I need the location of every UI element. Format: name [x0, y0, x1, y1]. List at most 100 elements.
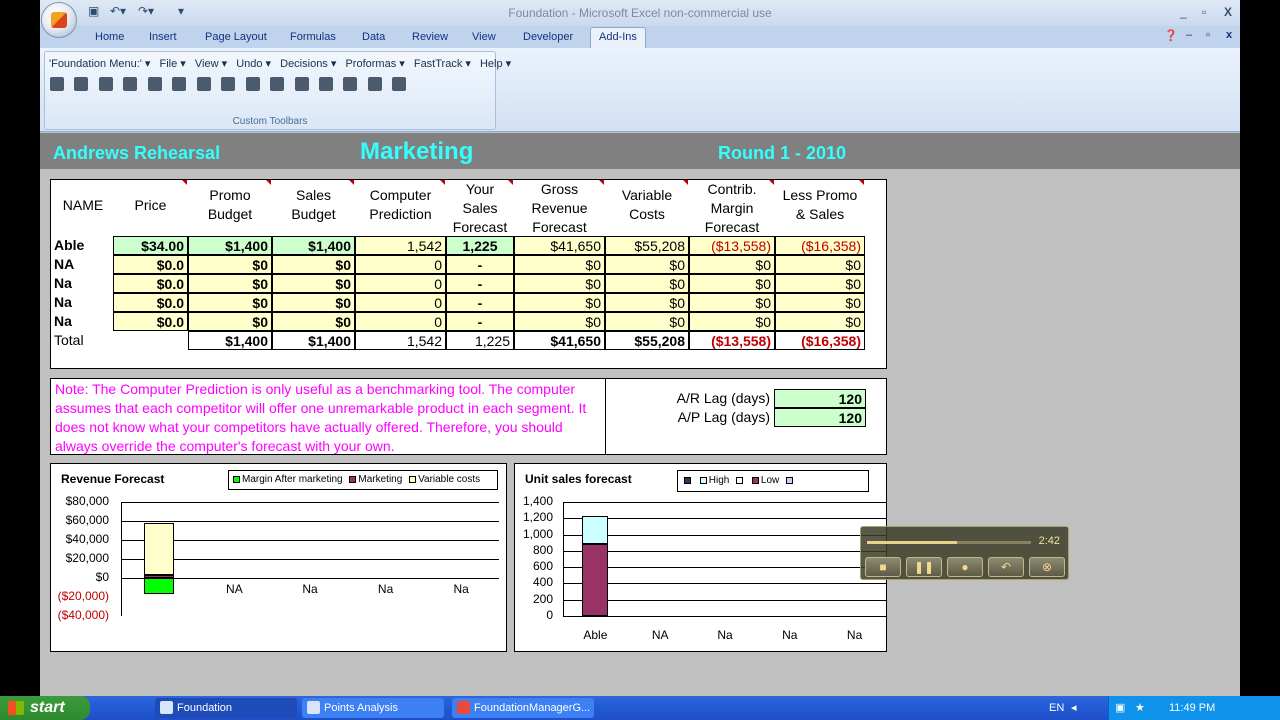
ar-lag-input[interactable]: 120: [774, 389, 866, 408]
table-cell-price[interactable]: $0.0: [113, 312, 188, 331]
table-cell-sales[interactable]: $0: [272, 293, 355, 312]
language-indicator[interactable]: EN: [1049, 696, 1064, 720]
tab-developer[interactable]: Developer: [523, 31, 573, 43]
table-cell-forecast[interactable]: -: [446, 255, 514, 274]
tab-add-ins[interactable]: Add-Ins: [590, 27, 646, 49]
tab-home[interactable]: Home: [95, 31, 124, 43]
player-seek-bar[interactable]: [867, 541, 1031, 544]
toolbar-globe-icon[interactable]: [318, 77, 333, 91]
menu-foundation[interactable]: 'Foundation Menu:' ▾: [49, 58, 150, 70]
title-bar: ▣ ↶▾ ↷▾ ▾ Foundation - Microsoft Excel n…: [40, 0, 1240, 26]
table-cell-price[interactable]: $0.0: [113, 255, 188, 274]
task-points-analysis[interactable]: Points Analysis: [302, 698, 444, 718]
toolbar-exit-icon[interactable]: [392, 77, 407, 91]
help-icon[interactable]: ❓: [1164, 29, 1178, 42]
task-foundation-manager[interactable]: FoundationManagerG...: [452, 698, 594, 718]
table-cell-price[interactable]: $0.0: [113, 293, 188, 312]
toolbar-proforma-icon[interactable]: [221, 77, 236, 91]
table-cell-sales[interactable]: $1,400: [272, 236, 355, 255]
table-cell-sales[interactable]: $0: [272, 312, 355, 331]
cancel-button[interactable]: ⊗: [1029, 557, 1065, 577]
toolbar-copy-icon[interactable]: [367, 77, 382, 91]
stop-button[interactable]: ■: [865, 557, 901, 577]
table-cell-forecast[interactable]: -: [446, 293, 514, 312]
tray-app-icon[interactable]: ★: [1135, 696, 1145, 720]
gridline: [563, 567, 887, 569]
table-cell-promo[interactable]: $1,400: [188, 236, 272, 255]
close-button[interactable]: X: [1224, 5, 1232, 19]
tray-back-icon[interactable]: ◂: [1071, 696, 1077, 720]
table-cell-sales[interactable]: $0: [272, 274, 355, 293]
table-cell-forecast[interactable]: -: [446, 312, 514, 331]
menu-proformas[interactable]: Proformas ▾: [345, 58, 404, 70]
bar-margin: [143, 578, 174, 594]
tab-insert[interactable]: Insert: [149, 31, 177, 43]
task-foundation[interactable]: Foundation: [155, 698, 297, 718]
legend-variable: Variable costs: [409, 474, 480, 485]
toolbar-percent-icon[interactable]: [245, 77, 260, 91]
minimize-button[interactable]: _: [1180, 5, 1187, 19]
tab-data[interactable]: Data: [362, 31, 385, 43]
comment-indicator-icon[interactable]: [599, 180, 604, 185]
tab-page-layout[interactable]: Page Layout: [205, 31, 267, 43]
toolbar-hr-icon[interactable]: [147, 77, 162, 91]
pause-button[interactable]: ❚❚: [906, 557, 942, 577]
table-cell-promo[interactable]: $0: [188, 274, 272, 293]
table-cell-less: $0: [775, 293, 865, 312]
toolbar-marketing-icon[interactable]: [74, 77, 89, 91]
tab-view[interactable]: View: [472, 31, 496, 43]
toolbar-finance-icon[interactable]: [123, 77, 138, 91]
undo-button[interactable]: ↶: [988, 557, 1024, 577]
office-button[interactable]: [41, 2, 77, 38]
ap-lag-input[interactable]: 120: [774, 408, 866, 427]
ribbon-minimize-icon[interactable]: –: [1186, 29, 1192, 41]
y-tick-label: $20,000: [65, 551, 109, 565]
start-button[interactable]: start: [0, 696, 90, 720]
toolbar-save-icon[interactable]: [294, 77, 309, 91]
table-cell-promo[interactable]: $0: [188, 312, 272, 331]
table-cell-sales[interactable]: $0: [272, 255, 355, 274]
table-cell-promo[interactable]: $0: [188, 293, 272, 312]
comment-indicator-icon[interactable]: [182, 180, 187, 185]
table-cell-forecast[interactable]: -: [446, 274, 514, 293]
menu-help[interactable]: Help ▾: [480, 58, 511, 70]
revenue-legend: Margin After marketing Marketing Variabl…: [228, 470, 498, 490]
toolbar-rd-icon[interactable]: [50, 77, 64, 91]
microphone-button[interactable]: ●: [947, 557, 983, 577]
table-cell-forecast[interactable]: 1,225: [446, 236, 514, 255]
tab-review[interactable]: Review: [412, 31, 448, 43]
comment-indicator-icon[interactable]: [859, 180, 864, 185]
comment-indicator-icon[interactable]: [769, 180, 774, 185]
table-cell-price[interactable]: $34.00: [113, 236, 188, 255]
unit-legend: High Low: [677, 470, 869, 492]
toolbar-report-icon[interactable]: [196, 77, 211, 91]
table-cell-gross: $0: [514, 255, 605, 274]
toolbar-production-icon[interactable]: [98, 77, 113, 91]
taskbar: start Foundation Points Analysis Foundat…: [0, 696, 1280, 720]
table-cell-name: Able: [54, 237, 85, 253]
col-variable-costs: Variable Costs: [621, 187, 673, 222]
comment-indicator-icon[interactable]: [349, 180, 354, 185]
revenue-chart-title: Revenue Forecast: [61, 472, 165, 486]
menu-undo[interactable]: Undo ▾: [236, 58, 271, 70]
table-cell-price[interactable]: $0.0: [113, 274, 188, 293]
network-icon[interactable]: ▣: [1115, 696, 1125, 720]
ribbon-close-icon[interactable]: x: [1226, 29, 1232, 41]
restore-button[interactable]: ▫: [1202, 5, 1206, 19]
menu-fasttrack[interactable]: FastTrack ▾: [414, 58, 471, 70]
menu-file[interactable]: File ▾: [160, 58, 186, 70]
toolbar-print-icon[interactable]: [270, 77, 285, 91]
toolbar-printer-icon[interactable]: [343, 77, 358, 91]
table-cell-promo[interactable]: $0: [188, 255, 272, 274]
total-cell-sales: $1,400: [272, 331, 355, 350]
toolbar-tqm-icon[interactable]: [172, 77, 187, 91]
menu-decisions[interactable]: Decisions ▾: [280, 58, 336, 70]
comment-indicator-icon[interactable]: [683, 180, 688, 185]
ribbon-restore-icon[interactable]: ▫: [1206, 29, 1210, 41]
gridline: [563, 550, 887, 552]
tab-formulas[interactable]: Formulas: [290, 31, 336, 43]
menu-view[interactable]: View ▾: [195, 58, 227, 70]
comment-indicator-icon[interactable]: [440, 180, 445, 185]
comment-indicator-icon[interactable]: [266, 180, 271, 185]
comment-indicator-icon[interactable]: [508, 180, 513, 185]
